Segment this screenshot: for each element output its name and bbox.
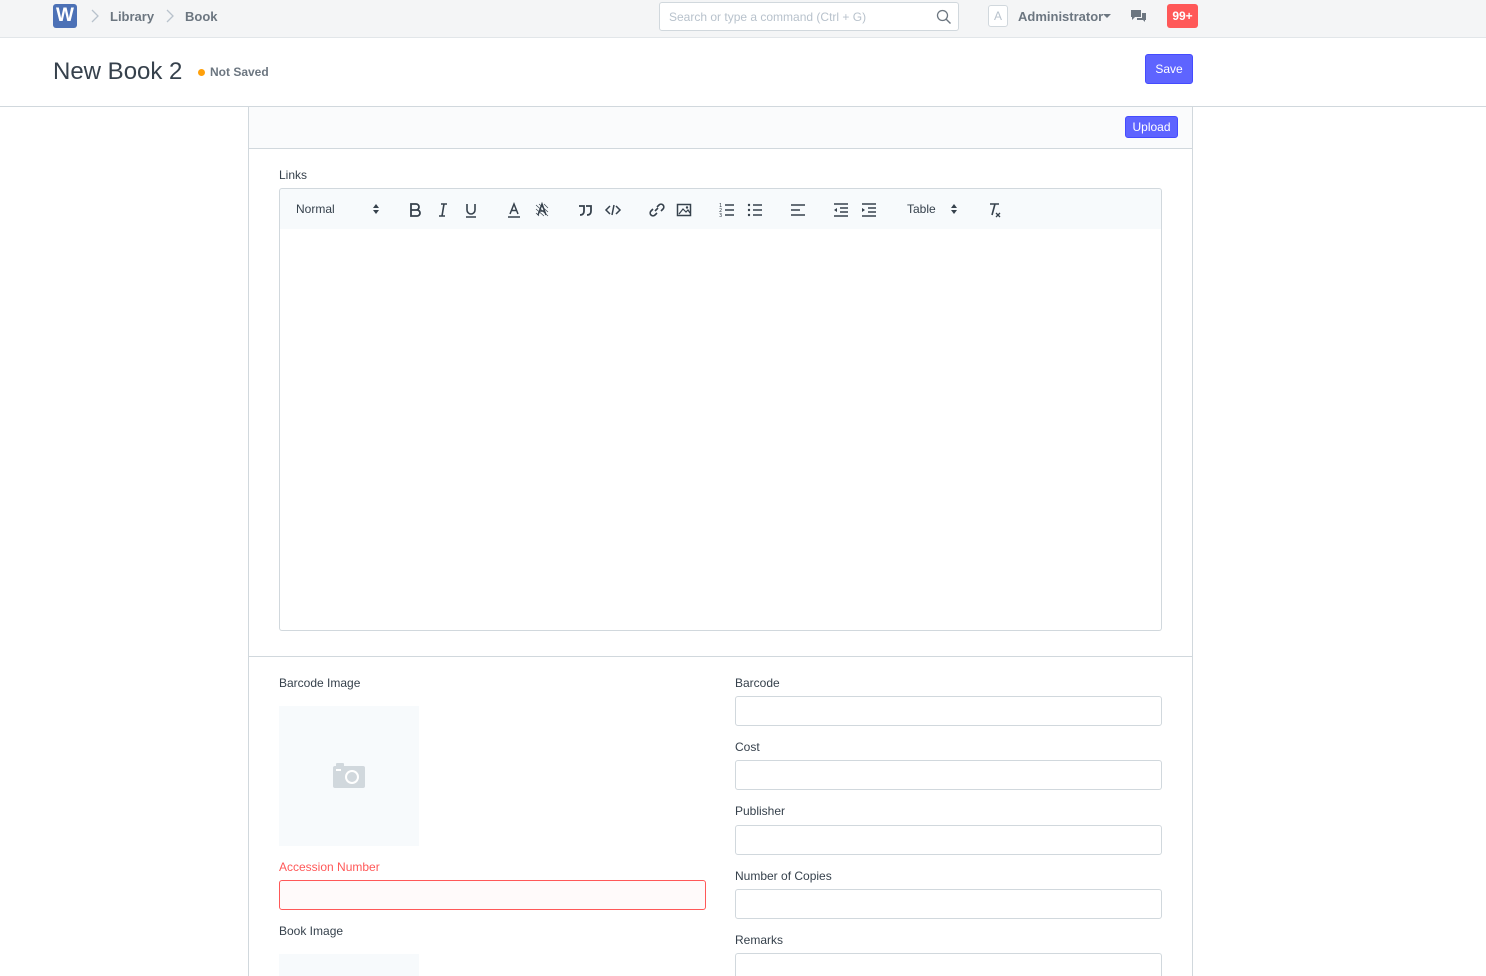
cost-label: Cost [735,740,760,754]
clear-format-icon[interactable] [985,201,1003,219]
image-icon[interactable] [675,201,693,219]
cost-field [735,760,1162,790]
form-body: Upload Links Normal 123 Table Barcode Im… [248,107,1193,976]
italic-icon[interactable] [434,201,452,219]
chat-icon[interactable] [1130,9,1147,23]
select-arrows-icon[interactable] [950,203,958,215]
status-badge: Not Saved [210,65,269,79]
number-of-copies-input[interactable] [736,890,1161,918]
upload-button[interactable]: Upload [1125,116,1178,138]
book-image-label: Book Image [279,924,344,938]
outdent-icon[interactable] [832,201,850,219]
background-color-icon[interactable] [533,201,551,219]
camera-icon [333,763,365,788]
section-divider [249,656,1192,657]
link-icon[interactable] [647,201,665,219]
save-button[interactable]: Save [1145,54,1193,84]
navbar: W Library Book A Administrator 99+ [0,0,1486,38]
publisher-field [735,825,1162,855]
avatar[interactable]: A [988,5,1008,27]
align-left-icon[interactable] [789,201,807,219]
chevron-right-icon [166,9,174,23]
editor-toolbar: Normal 123 Table [279,188,1162,230]
select-arrows-icon[interactable] [372,203,380,215]
svg-text:3: 3 [719,213,722,219]
text-color-icon[interactable] [505,201,523,219]
number-of-copies-label: Number of Copies [735,869,832,883]
links-editor[interactable] [279,229,1162,631]
page-title: New Book 2 [53,58,183,85]
search-input[interactable] [660,3,930,30]
remarks-label: Remarks [735,933,784,947]
barcode-input[interactable] [736,697,1161,725]
user-menu-button[interactable]: Administrator [1018,9,1103,24]
ordered-list-icon[interactable]: 123 [718,201,736,219]
remarks-field [735,953,1162,976]
page-head: New Book 2 Not Saved Save [0,38,1486,107]
remarks-input[interactable] [736,954,1161,976]
table-select[interactable]: Table [907,202,936,216]
search-icon[interactable] [936,9,952,25]
header-format-select[interactable]: Normal [296,202,335,216]
barcode-field [735,696,1162,726]
status-dot-icon [198,69,205,76]
app-logo[interactable]: W [53,4,77,28]
blockquote-icon[interactable] [576,201,594,219]
breadcrumb-library[interactable]: Library [110,9,154,24]
accession-number-input[interactable] [280,881,705,909]
number-of-copies-field [735,889,1162,919]
bold-icon[interactable] [406,201,424,219]
breadcrumb-book[interactable]: Book [185,9,218,24]
bullet-list-icon[interactable] [746,201,764,219]
accession-number-label: Accession Number [279,860,380,874]
barcode-image-placeholder[interactable] [279,706,419,846]
chevron-right-icon [91,9,99,23]
links-label: Links [279,168,308,182]
publisher-label: Publisher [735,804,786,818]
publisher-input[interactable] [736,826,1161,854]
notification-badge[interactable]: 99+ [1167,4,1198,28]
book-image-placeholder[interactable] [279,954,419,976]
underline-icon[interactable] [462,201,480,219]
code-block-icon[interactable] [604,201,622,219]
caret-down-icon[interactable] [1103,14,1111,18]
search-box [659,2,959,31]
barcode-image-label: Barcode Image [279,676,361,690]
attachment-bar: Upload [249,107,1192,149]
barcode-label: Barcode [735,676,780,690]
cost-input[interactable] [736,761,1161,789]
accession-number-field [279,880,706,910]
indent-icon[interactable] [860,201,878,219]
